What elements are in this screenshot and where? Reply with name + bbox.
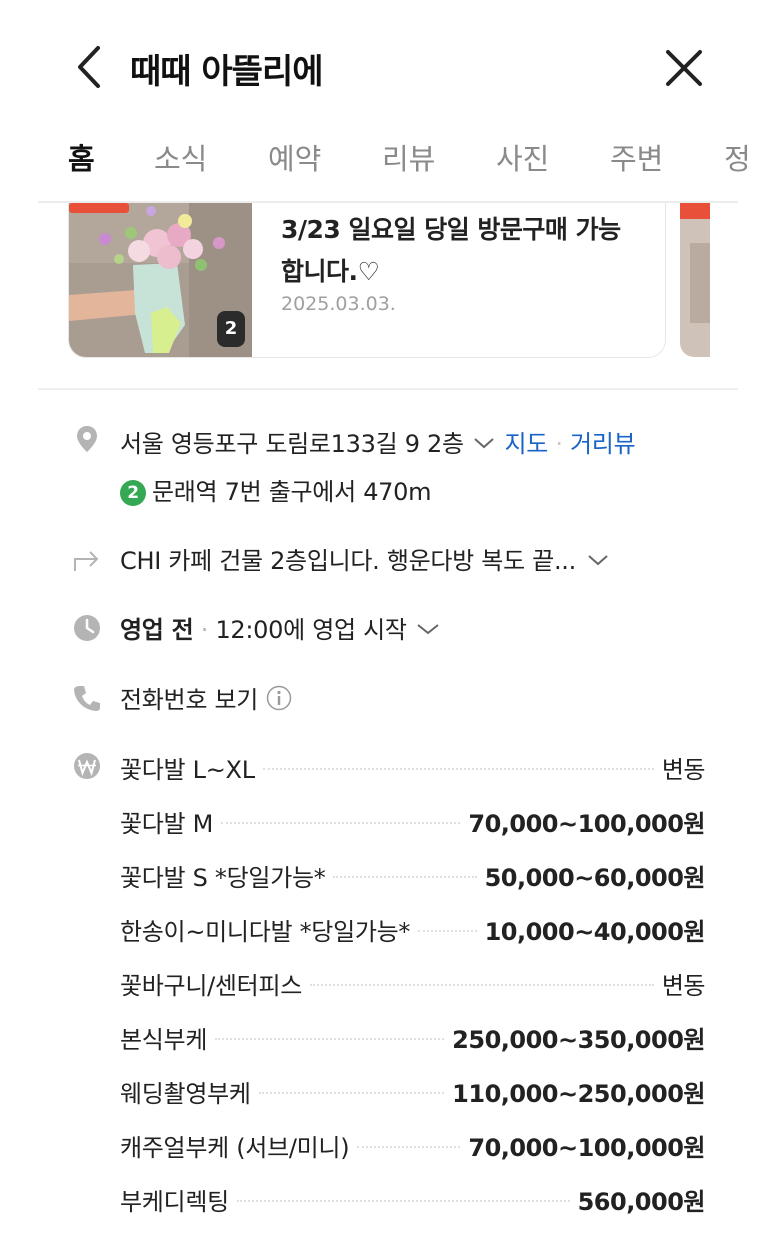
hours-detail: 12:00에 영업 시작: [215, 616, 407, 644]
clock-icon: [72, 613, 102, 643]
subway-line-badge: 2: [120, 480, 146, 506]
street-view-link[interactable]: 거리뷰: [570, 430, 636, 458]
chevron-down-icon[interactable]: [471, 431, 497, 459]
price-item: 한송이~미니다발 *당일가능* 10,000~40,000원: [120, 909, 706, 949]
news-title: 3/23 일요일 당일 방문구매 가능합니다.♡: [281, 215, 621, 286]
tab-reservation[interactable]: 예약: [268, 136, 321, 178]
price-item-value: 110,000~250,000원: [452, 1079, 705, 1108]
price-item-name: 한송이~미니다발 *당일가능*: [120, 917, 411, 946]
price-item-value: 50,000~60,000원: [484, 863, 706, 892]
dotted-leader: [258, 1092, 445, 1094]
price-item: 웨딩촬영부케 110,000~250,000원: [120, 1071, 705, 1111]
price-item: 부케디렉팅 560,000원: [120, 1179, 706, 1219]
hours-row[interactable]: 영업 전 · 12:00에 영업 시작: [120, 610, 442, 645]
news-thumbnail: 2: [69, 203, 252, 357]
next-news-card-peek[interactable]: [680, 203, 710, 357]
dotted-leader: [418, 930, 477, 932]
map-link[interactable]: 지도: [504, 430, 548, 458]
phone-text: 전화번호 보기: [120, 686, 259, 714]
location-pin-icon: [72, 424, 102, 454]
place-title: 때때 아뜰리에: [130, 52, 324, 92]
price-item-value: 10,000~40,000원: [484, 917, 706, 946]
dotted-leader: [262, 768, 654, 770]
tab-nearby[interactable]: 주변: [610, 136, 663, 178]
dotted-leader: [236, 1200, 570, 1202]
chevron-down-icon[interactable]: [583, 548, 613, 576]
hours-separator: ·: [200, 616, 209, 644]
price-item-value: 560,000원: [577, 1187, 706, 1216]
price-item: 꽃바구니/센터피스 변동: [120, 963, 706, 1003]
price-item-name: 웨딩촬영부케: [120, 1079, 251, 1108]
price-item-value: 변동: [661, 971, 706, 1000]
price-item-name: 부케디렉팅: [120, 1187, 229, 1216]
price-item-name: 본식부케: [120, 1025, 208, 1054]
close-icon[interactable]: [660, 44, 708, 92]
price-item: 꽃다발 M 70,000~100,000원: [120, 801, 705, 841]
chevron-down-icon[interactable]: [414, 617, 442, 645]
news-date: 2025.03.03.: [281, 293, 396, 315]
tab-info-partial[interactable]: 정: [724, 136, 751, 178]
price-item: 본식부케 250,000~350,000원: [120, 1017, 705, 1057]
directions-row[interactable]: CHI 카페 건물 2층입니다. 행운다방 복도 끝...: [120, 541, 613, 576]
price-item: 꽃다발 L~XL 변동: [120, 747, 706, 787]
subway-row: 2 문래역 7번 출구에서 470m: [120, 472, 431, 507]
news-card[interactable]: 2 3/23 일요일 당일 방문구매 가능합니다.♡ 2025.03.03.: [68, 203, 666, 358]
address-text: 서울 영등포구 도림로133길 9 2층: [120, 430, 464, 458]
tab-home[interactable]: 홈: [68, 136, 95, 178]
price-item-value: 변동: [661, 755, 706, 784]
dotted-leader: [215, 1038, 445, 1040]
phone-icon: [72, 683, 102, 713]
directions-arrow-icon: [72, 543, 102, 573]
price-item-name: 꽃다발 L~XL: [120, 755, 255, 784]
phone-row[interactable]: 전화번호 보기: [120, 680, 293, 718]
back-arrow-icon[interactable]: [68, 42, 112, 92]
dotted-leader: [310, 984, 654, 986]
won-currency-icon: [72, 751, 102, 781]
price-item: 캐주얼부케 (서브/미니) 70,000~100,000원: [120, 1125, 705, 1165]
hours-status: 영업 전: [120, 616, 194, 644]
section-divider: [38, 388, 738, 390]
link-separator: ·: [555, 430, 563, 458]
tab-reviews[interactable]: 리뷰: [382, 136, 435, 178]
tab-news[interactable]: 소식: [154, 136, 207, 178]
info-circle-icon[interactable]: [265, 684, 293, 718]
directions-text: CHI 카페 건물 2층입니다. 행운다방 복도 끝...: [120, 547, 576, 575]
price-item-name: 꽃다발 S *당일가능*: [120, 863, 326, 892]
price-item-value: 70,000~100,000원: [468, 1133, 705, 1162]
price-item-value: 70,000~100,000원: [468, 809, 705, 838]
price-item-value: 250,000~350,000원: [452, 1025, 705, 1054]
address-row: 서울 영등포구 도림로133길 9 2층 지도 · 거리뷰: [120, 424, 636, 459]
tab-photos[interactable]: 사진: [496, 136, 549, 178]
image-count-badge: 2: [217, 311, 245, 347]
price-item-name: 꽃다발 M: [120, 809, 214, 838]
dotted-leader: [333, 876, 477, 878]
price-item: 꽃다발 S *당일가능* 50,000~60,000원: [120, 855, 706, 895]
tab-bar: 홈 소식 예약 리뷰 사진 주변 정: [0, 130, 773, 202]
dotted-leader: [357, 1146, 461, 1148]
price-item-name: 캐주얼부케 (서브/미니): [120, 1133, 350, 1162]
price-item-name: 꽃바구니/센터피스: [120, 971, 303, 1000]
subway-text: 문래역 7번 출구에서 470m: [152, 478, 432, 506]
dotted-leader: [221, 822, 461, 824]
